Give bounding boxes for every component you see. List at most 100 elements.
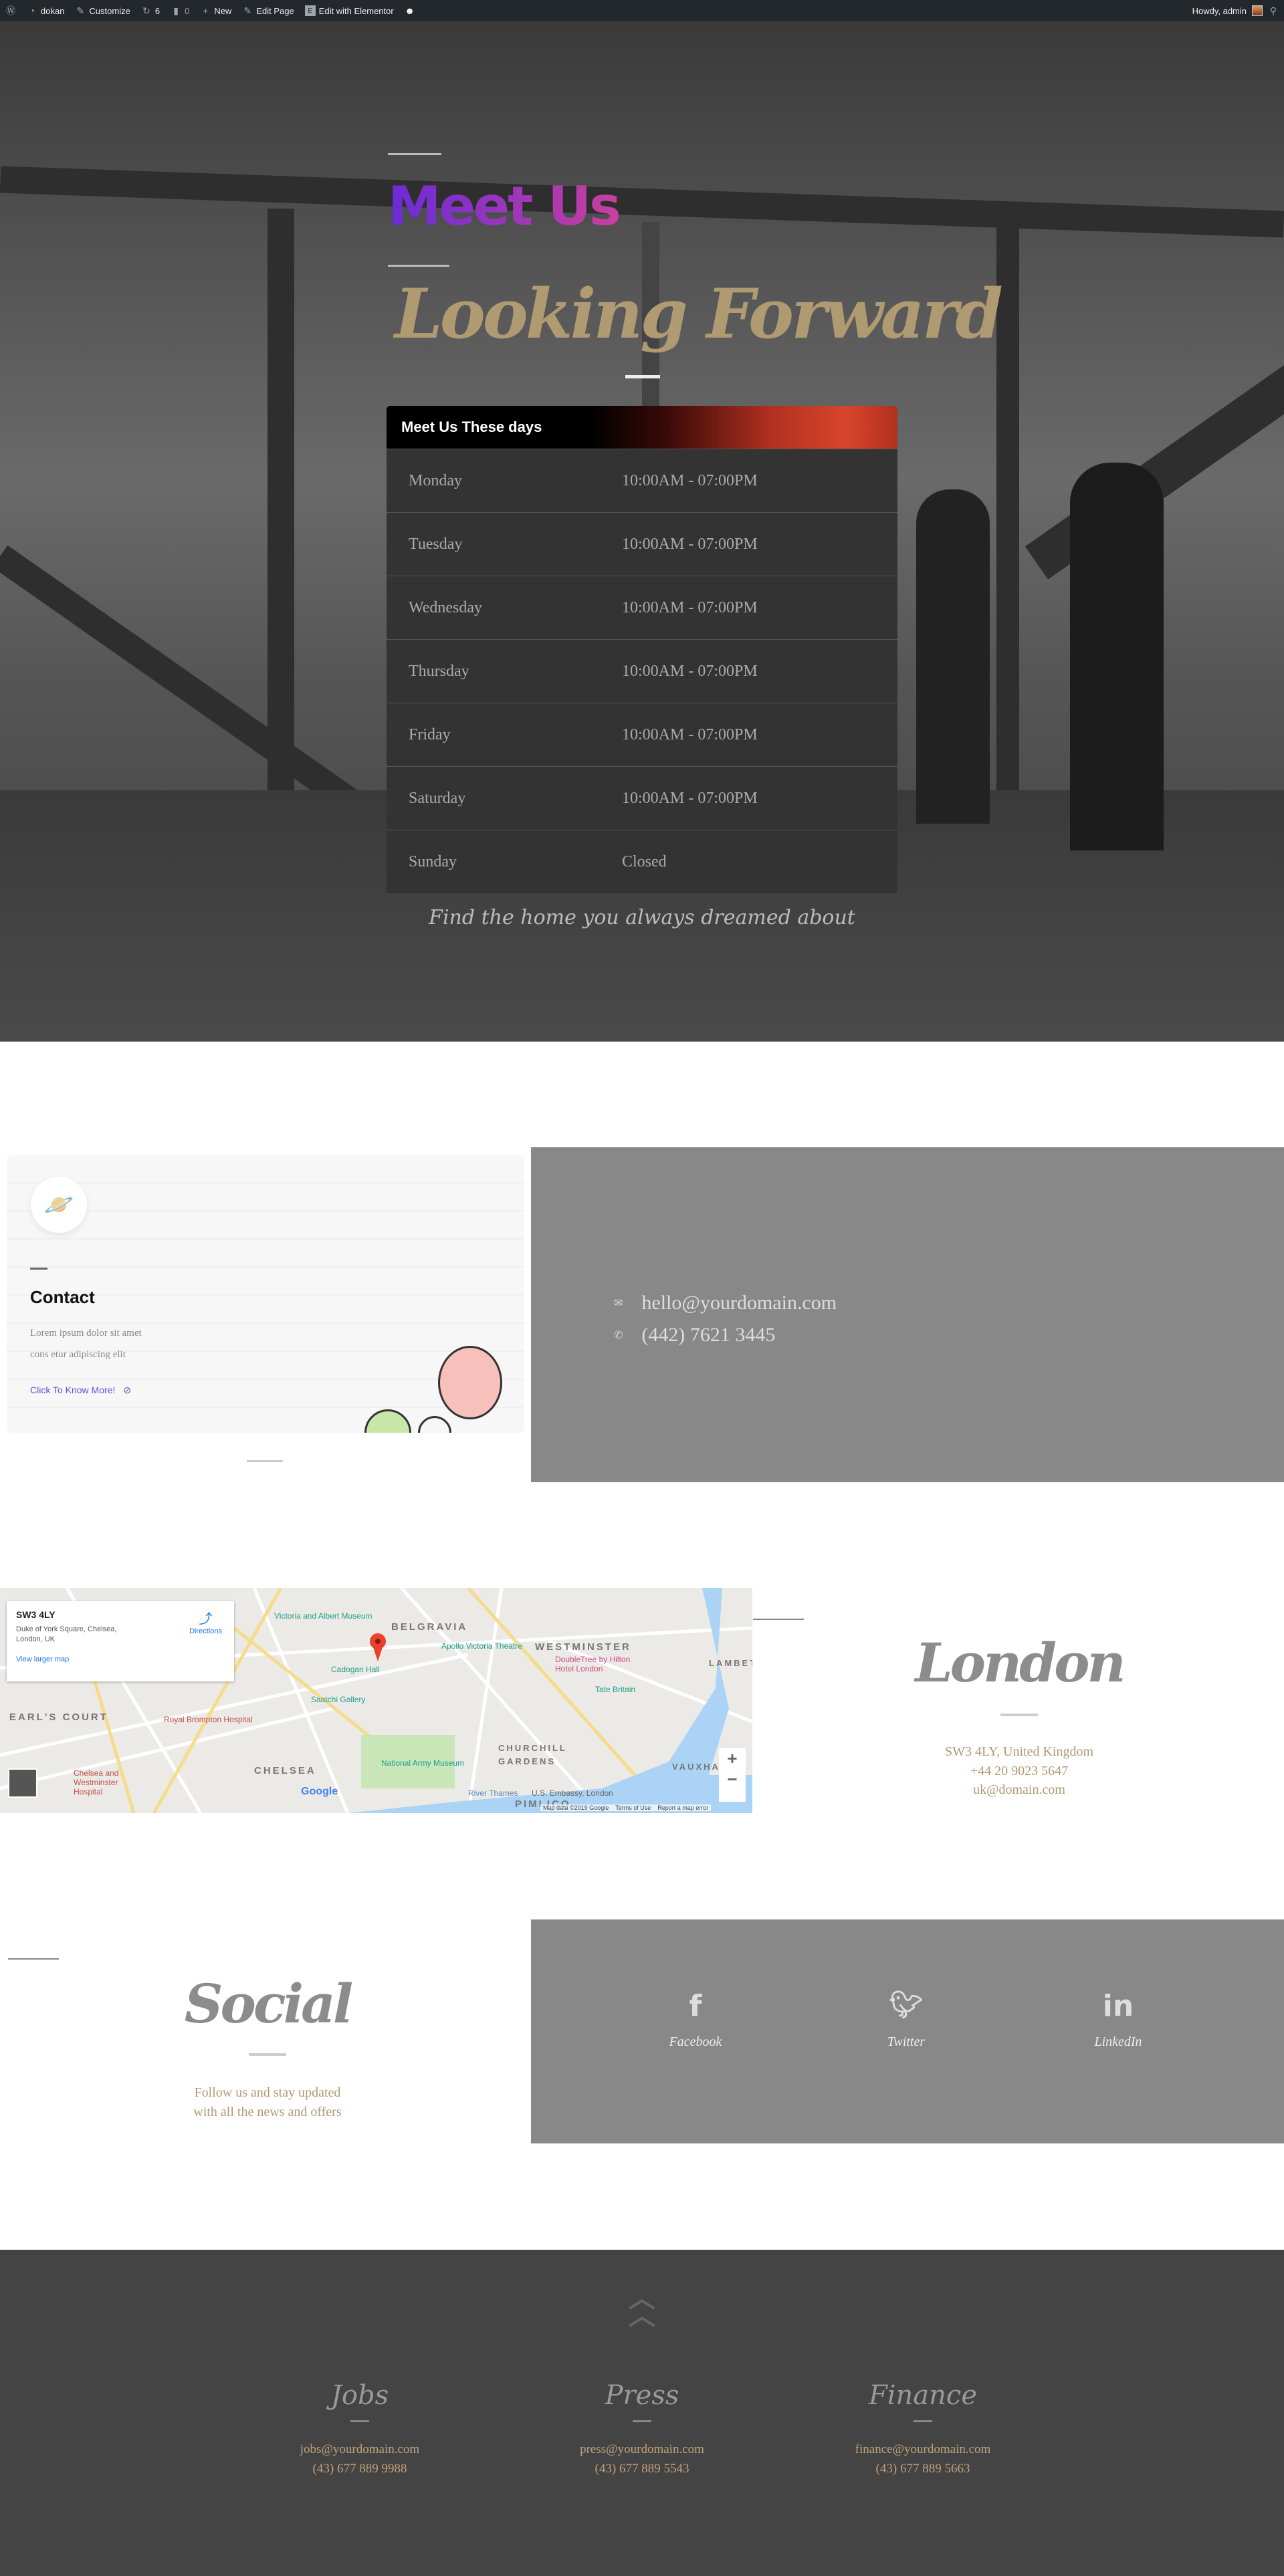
- hours-row: Wednesday 10:00AM - 07:00PM: [387, 576, 897, 639]
- account-greeting[interactable]: Howdy, admin: [1192, 6, 1247, 16]
- map-place: DoubleTree by Hilton Hotel London: [555, 1655, 631, 1673]
- social-heading: Social: [184, 1972, 353, 2035]
- scroll-to-top-chevrons-icon[interactable]: ︿ ︿: [622, 2285, 662, 2329]
- check-circle-icon: ⊘: [123, 1385, 132, 1395]
- hours-value: 10:00AM - 07:00PM: [622, 789, 758, 807]
- hours-row: Thursday 10:00AM - 07:00PM: [387, 639, 897, 703]
- day-label: Thursday: [409, 662, 469, 680]
- phone-row: ✆ (442) 7621 3445: [614, 1324, 775, 1346]
- facebook-label: Facebook: [669, 2034, 722, 2049]
- updates-icon: ↻: [142, 5, 150, 16]
- comments-link[interactable]: ▮ 0: [171, 5, 189, 16]
- wordpress-logo-icon[interactable]: Ⓦ: [5, 5, 16, 16]
- map-place: Royal Brompton Hospital: [164, 1715, 253, 1724]
- footer-col-jobs: Jobs jobs@yourdomain.com (43) 677 889 9988: [219, 2380, 500, 2478]
- hours-row: Sunday Closed: [387, 830, 897, 893]
- email-link[interactable]: hello@yourdomain.com: [641, 1292, 837, 1314]
- site-name-link[interactable]: ◔ dokan: [27, 5, 65, 16]
- contact-title: Contact: [30, 1287, 95, 1307]
- day-label: Friday: [409, 725, 451, 743]
- footer-email[interactable]: press@yourdomain.com: [502, 2440, 782, 2459]
- contact-info-panel: ✉ hello@yourdomain.com ✆ (442) 7621 3445: [531, 1147, 1284, 1482]
- planet-icon: 🪐: [31, 1177, 87, 1233]
- search-icon[interactable]: ⚲: [1268, 5, 1279, 16]
- hours-row: Saturday 10:00AM - 07:00PM: [387, 766, 897, 830]
- day-label: Sunday: [409, 852, 457, 870]
- contact-text: Lorem ipsum dolor sit amet: [30, 1328, 142, 1338]
- divider: [625, 375, 660, 378]
- map-address: London, UK: [16, 1635, 56, 1643]
- dashboard-icon: ◔: [29, 5, 35, 16]
- meet-us-heading: Meet Us: [388, 175, 621, 237]
- map-place: Saatchi Gallery: [311, 1695, 366, 1704]
- lightbulb-illustration: [438, 1346, 502, 1419]
- day-label: Tuesday: [409, 535, 463, 553]
- zoom-out-button[interactable]: −: [719, 1769, 746, 1790]
- updates-link[interactable]: ↻ 6: [141, 5, 160, 16]
- map-place: National Army Museum: [381, 1758, 465, 1768]
- hours-value: 10:00AM - 07:00PM: [622, 598, 758, 616]
- brush-icon: ✎: [76, 5, 85, 16]
- opening-hours-table: Meet Us These days Monday 10:00AM - 07:00…: [387, 406, 897, 893]
- map-label: WESTMINSTER: [535, 1641, 631, 1653]
- footer-email[interactable]: finance@yourdomain.com: [782, 2440, 1063, 2459]
- edit-page-link[interactable]: ✎ Edit Page: [242, 5, 294, 16]
- map-attribution: Map data ©2019 Google Terms of Use Report …: [540, 1804, 712, 1811]
- linkedin-icon: in: [1102, 1989, 1134, 2023]
- new-label: New: [214, 5, 232, 16]
- day-label: Wednesday: [409, 598, 483, 616]
- hours-value: Closed: [622, 852, 667, 870]
- map-label: EARL'S COURT: [9, 1712, 108, 1723]
- map-info-card: SW3 4LY Duke of York Square, Chelsea, Lo…: [7, 1601, 234, 1681]
- terms-link[interactable]: Terms of Use: [615, 1804, 651, 1811]
- customize-link[interactable]: ✎ Customize: [75, 5, 130, 16]
- facebook-link[interactable]: f Facebook: [642, 1989, 749, 2050]
- decorative-line: [8, 1958, 59, 1960]
- google-map[interactable]: BELGRAVIA WESTMINSTER PIMLICO CHELSEA EA…: [0, 1588, 752, 1813]
- footer-phone: (43) 677 889 5543: [595, 2462, 689, 2476]
- smiley-icon[interactable]: ☻: [405, 5, 415, 16]
- social-text: Follow us and stay updated: [194, 2085, 341, 2100]
- elementor-icon: E: [304, 5, 316, 16]
- map-label: BELGRAVIA: [391, 1621, 468, 1633]
- twitter-link[interactable]: 🐦︎ Twitter: [853, 1989, 960, 2050]
- map-data: Map data ©2019 Google: [543, 1804, 609, 1811]
- day-label: Monday: [409, 471, 462, 489]
- map-place: Cadogan Hall: [331, 1665, 380, 1674]
- view-larger-map-link[interactable]: View larger map: [16, 1655, 225, 1663]
- twitter-icon: 🐦︎: [889, 1990, 924, 2020]
- satellite-toggle[interactable]: [8, 1768, 37, 1798]
- plus-icon: +: [203, 5, 209, 16]
- map-label: LAMBETH: [709, 1658, 752, 1668]
- lightbulb-illustration: [364, 1409, 411, 1433]
- edit-page-label: Edit Page: [256, 5, 294, 16]
- facebook-icon: f: [689, 1989, 702, 2023]
- report-link[interactable]: Report a map error: [657, 1804, 708, 1811]
- google-logo: Google: [301, 1786, 338, 1797]
- london-address: SW3 4LY, United Kingdom: [944, 1744, 1094, 1759]
- hours-value: 10:00AM - 07:00PM: [622, 471, 758, 489]
- envelope-icon: ✉: [614, 1298, 623, 1309]
- footer-title: Finance: [869, 2380, 977, 2411]
- divider: [1000, 1714, 1038, 1716]
- updates-count: 6: [154, 5, 160, 16]
- footer-title: Press: [605, 2380, 679, 2411]
- site-name: dokan: [41, 5, 65, 16]
- directions-label: Directions: [189, 1627, 222, 1635]
- edit-elementor-link[interactable]: E Edit with Elementor: [304, 5, 394, 16]
- linkedin-label: LinkedIn: [1094, 2034, 1142, 2049]
- zoom-controls: + −: [719, 1748, 746, 1802]
- footer-email[interactable]: jobs@yourdomain.com: [219, 2440, 500, 2459]
- directions-button[interactable]: ⤴ Directions: [189, 1608, 222, 1635]
- zoom-in-button[interactable]: +: [719, 1748, 746, 1769]
- footer-title: Jobs: [330, 2380, 389, 2411]
- hours-value: 10:00AM - 07:00PM: [622, 662, 758, 680]
- avatar[interactable]: [1252, 5, 1263, 16]
- admin-bar: Ⓦ ◔ dokan ✎ Customize ↻ 6 ▮ 0 + New ✎ Edit Pag…: [0, 0, 1284, 21]
- click-to-know-more-link[interactable]: Click To Know More! ⊘: [30, 1385, 131, 1396]
- footer-phone: (43) 677 889 9988: [312, 2462, 407, 2476]
- new-link[interactable]: + New: [200, 5, 231, 16]
- map-place: U.S. Embassy, London: [532, 1788, 613, 1798]
- customize-label: Customize: [89, 5, 130, 16]
- linkedin-link[interactable]: in LinkedIn: [1065, 1989, 1172, 2050]
